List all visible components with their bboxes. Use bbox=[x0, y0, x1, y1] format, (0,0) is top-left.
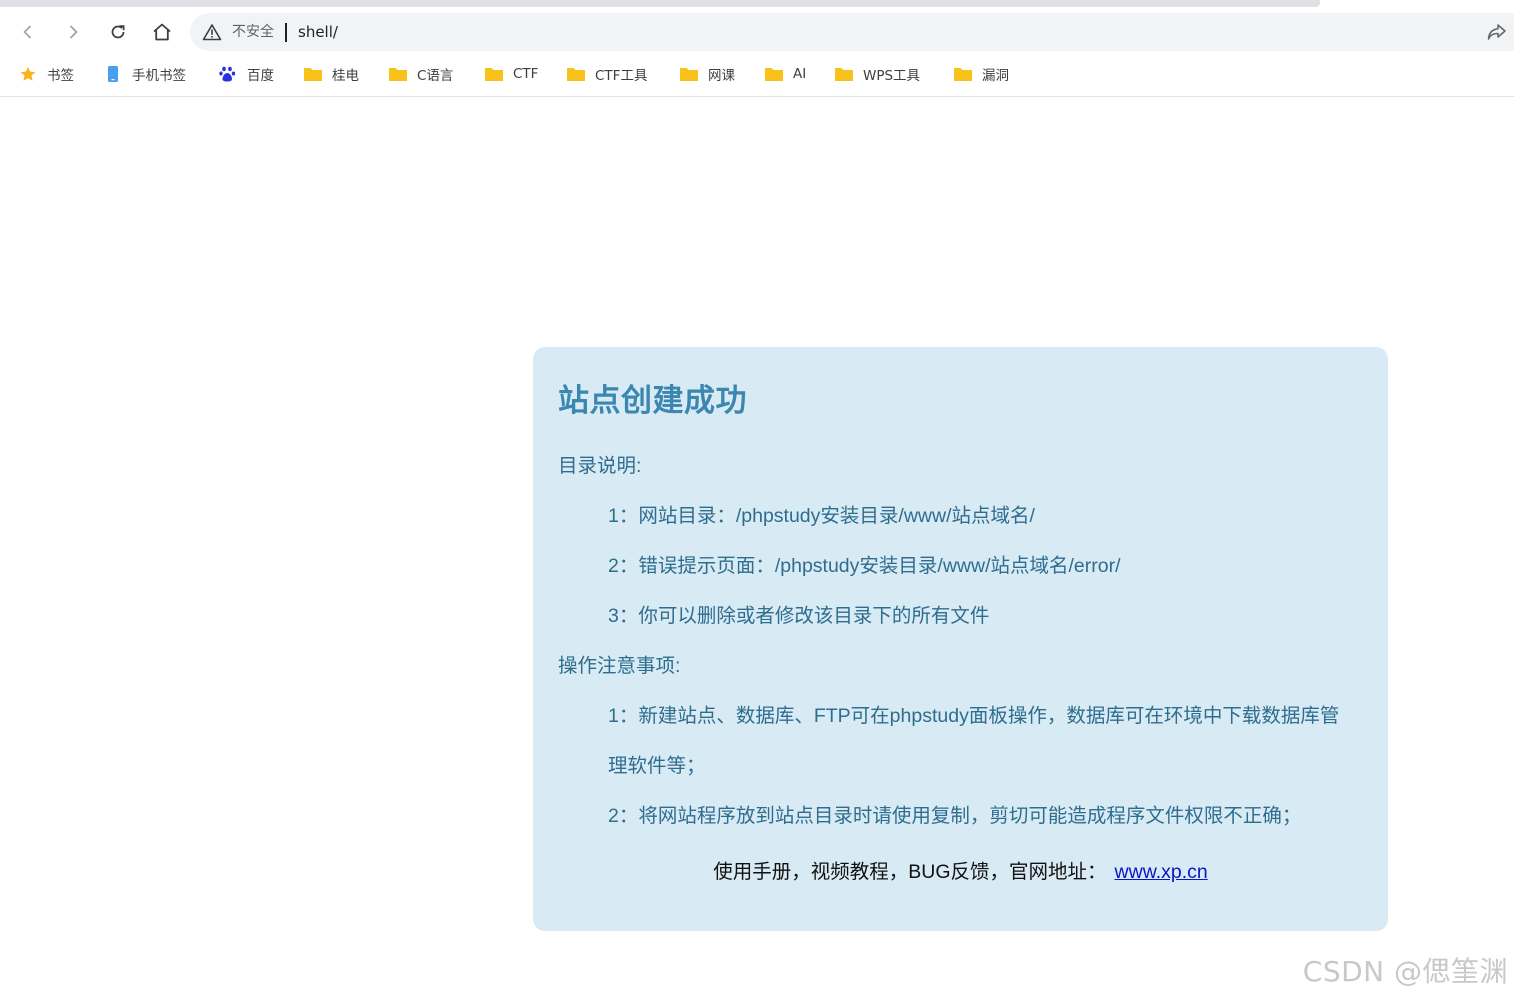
baidu-paw-icon bbox=[219, 66, 236, 82]
bookmark-label: AI bbox=[793, 66, 807, 82]
site-created-card: 站点创建成功 目录说明: 1：网站目录：/phpstudy安装目录/www/站点… bbox=[533, 347, 1388, 931]
tab-strip bbox=[0, 0, 1514, 8]
bookmark-label: C语言 bbox=[417, 68, 454, 84]
bookmark-folder-vulnerabilities[interactable]: 漏洞 bbox=[954, 62, 1009, 86]
browser-toolbar: 不安全 shell/ bbox=[0, 8, 1514, 56]
directory-item-permissions: 3：你可以删除或者修改该目录下的所有文件 bbox=[608, 605, 990, 627]
address-separator bbox=[285, 23, 287, 42]
csdn-watermark: CSDN @偲筀渊 bbox=[1302, 955, 1508, 988]
footer-line: 使用手册，视频教程，BUG反馈，官网地址： www.xp.cn bbox=[533, 855, 1388, 884]
official-site-link[interactable]: www.xp.cn bbox=[1115, 861, 1208, 883]
bookmark-mobile[interactable]: 手机书签 bbox=[104, 62, 186, 86]
note-item-1-line-2: 理软件等； bbox=[608, 755, 706, 777]
bookmark-baidu[interactable]: 百度 bbox=[219, 62, 274, 86]
back-button[interactable] bbox=[14, 18, 42, 46]
bookmark-label: 漏洞 bbox=[982, 68, 1009, 84]
bookmarks-bar: 书签 手机书签 百度 桂电 C语言 CTF CTF工具 网课 AI WPS工具 … bbox=[0, 56, 1514, 97]
security-status-label[interactable]: 不安全 bbox=[232, 13, 274, 51]
folder-icon bbox=[835, 68, 853, 81]
bookmark-label: 百度 bbox=[247, 68, 274, 84]
bookmark-folder-c-language[interactable]: C语言 bbox=[389, 62, 453, 86]
bookmark-folder-ai[interactable]: AI bbox=[765, 62, 806, 86]
home-button[interactable] bbox=[148, 18, 176, 46]
active-tab-bar[interactable] bbox=[0, 0, 1320, 7]
bookmark-bookmarks[interactable]: 书签 bbox=[19, 62, 74, 86]
folder-icon bbox=[304, 68, 322, 81]
directory-heading: 目录说明: bbox=[558, 455, 642, 477]
reload-button[interactable] bbox=[104, 18, 132, 46]
bookmark-folder-guidian[interactable]: 桂电 bbox=[304, 62, 359, 86]
page-title: 站点创建成功 bbox=[558, 383, 747, 419]
back-icon bbox=[23, 25, 32, 39]
home-icon bbox=[153, 23, 171, 41]
notes-heading: 操作注意事项: bbox=[558, 655, 681, 677]
folder-icon bbox=[567, 68, 585, 81]
directory-item-error-page: 2：错误提示页面：/phpstudy安装目录/www/站点域名/error/ bbox=[608, 555, 1121, 577]
phone-icon bbox=[108, 66, 118, 82]
folder-icon bbox=[954, 68, 972, 81]
reload-icon bbox=[111, 25, 125, 39]
footer-text: 使用手册，视频教程，BUG反馈，官网地址： bbox=[713, 861, 1107, 883]
bookmark-label: 桂电 bbox=[332, 68, 359, 84]
bookmark-folder-online-courses[interactable]: 网课 bbox=[680, 62, 735, 86]
note-item-2: 2：将网站程序放到站点目录时请使用复制，剪切可能造成程序文件权限不正确； bbox=[608, 805, 1302, 827]
bookmark-folder-ctf[interactable]: CTF bbox=[485, 62, 538, 86]
folder-icon bbox=[680, 68, 698, 81]
folder-icon bbox=[765, 68, 783, 81]
address-bar[interactable]: 不安全 shell/ bbox=[190, 13, 1514, 51]
bookmark-label: WPS工具 bbox=[863, 68, 921, 84]
bookmark-label: 网课 bbox=[708, 68, 735, 84]
bookmark-folder-wps-tools[interactable]: WPS工具 bbox=[835, 62, 920, 86]
bookmark-label: CTF工具 bbox=[595, 68, 648, 84]
star-icon bbox=[20, 66, 36, 81]
bookmark-label: 手机书签 bbox=[132, 68, 186, 84]
note-item-1-line-1: 1：新建站点、数据库、FTP可在phpstudy面板操作，数据库可在环境中下载数… bbox=[608, 705, 1340, 727]
url-text[interactable]: shell/ bbox=[298, 13, 338, 51]
forward-icon bbox=[69, 25, 78, 39]
bookmark-label: CTF bbox=[513, 66, 539, 82]
bookmark-folder-ctf-tools[interactable]: CTF工具 bbox=[567, 62, 647, 86]
directory-item-website-dir: 1：网站目录：/phpstudy安装目录/www/站点域名/ bbox=[608, 505, 1035, 527]
page-content: 站点创建成功 目录说明: 1：网站目录：/phpstudy安装目录/www/站点… bbox=[0, 97, 1514, 998]
bookmark-label: 书签 bbox=[47, 68, 74, 84]
folder-icon bbox=[389, 68, 407, 81]
warning-icon[interactable] bbox=[202, 23, 222, 41]
forward-button[interactable] bbox=[59, 18, 87, 46]
folder-icon bbox=[485, 68, 503, 81]
share-icon[interactable] bbox=[1486, 22, 1508, 42]
